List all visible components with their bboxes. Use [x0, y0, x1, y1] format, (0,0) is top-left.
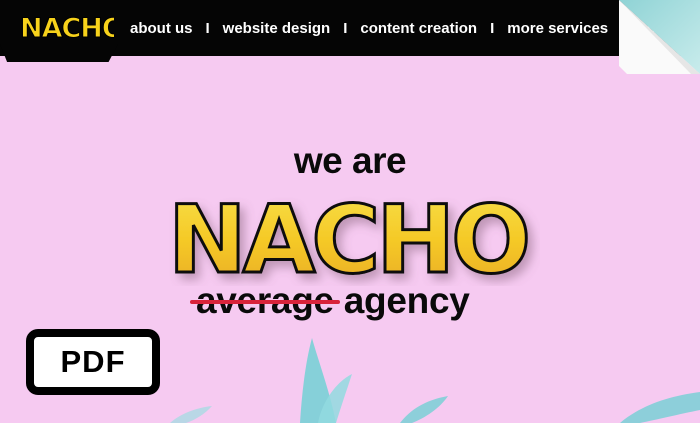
top-navigation-bar: NACHO about us I website design I conten…: [0, 0, 700, 62]
nav-link-content-creation[interactable]: content creation: [360, 20, 477, 37]
page-curl-corner[interactable]: [619, 0, 700, 74]
nav-link-about-us[interactable]: about us: [130, 20, 193, 37]
nav-separator: I: [490, 19, 495, 37]
nav-separator: I: [343, 19, 348, 37]
hero-tagline: average agency: [190, 280, 470, 322]
plant-leaves-decoration: [170, 338, 700, 423]
hero-intro-label: we are: [293, 140, 407, 181]
logo-tab-notch: [0, 44, 118, 62]
hero-nacho-logo: NACHO: [167, 185, 533, 287]
nacho-logo[interactable]: NACHO: [18, 10, 115, 45]
nav-links: about us I website design I content crea…: [130, 0, 656, 56]
svg-text:NACHO: NACHO: [168, 186, 527, 286]
struck-word: average: [190, 280, 340, 322]
tagline-end: agency: [343, 280, 470, 321]
strikethrough-line: [190, 300, 340, 304]
nav-link-more-services[interactable]: more services: [507, 20, 608, 37]
nav-separator: I: [205, 19, 210, 37]
svg-text:NACHO: NACHO: [20, 13, 114, 44]
nav-link-website-design[interactable]: website design: [223, 20, 331, 37]
